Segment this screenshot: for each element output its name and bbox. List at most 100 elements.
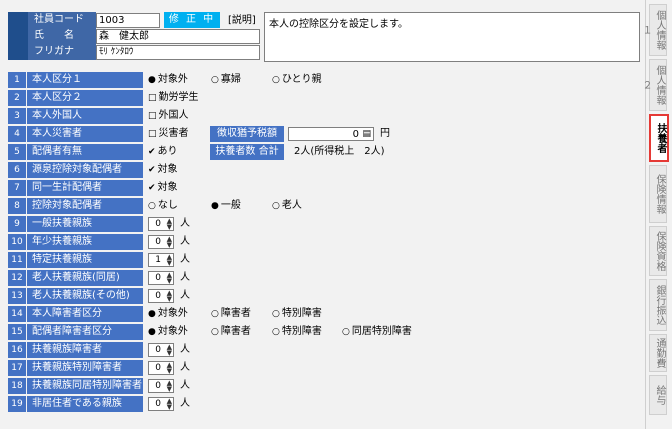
row15-opt-taishogai[interactable]: ● 対象外 — [148, 324, 188, 340]
row4-disaster-checkbox[interactable]: □ 災害者 — [148, 126, 189, 142]
spinner-arrows-icon[interactable]: ▲ ▼ — [167, 218, 172, 231]
side-tab-5[interactable]: 保険資格 — [649, 226, 667, 276]
radio-on-icon: ● — [211, 201, 219, 211]
spinner-arrows-icon[interactable]: ▲ ▼ — [167, 398, 172, 411]
row8-opt-ippan[interactable]: ● 一般 — [211, 198, 241, 214]
row3-foreigner-checkbox[interactable]: □ 外国人 — [148, 108, 189, 124]
employee-code-field[interactable]: 1003 — [96, 13, 160, 28]
row-number: 18 — [8, 378, 26, 394]
row19-count-spinner[interactable]: 0 ▲ ▼ — [148, 397, 174, 411]
side-tab-4[interactable]: 保険情報 — [649, 165, 667, 223]
row17-count-spinner[interactable]: 0 ▲ ▼ — [148, 361, 174, 375]
row12-count-spinner[interactable]: 0 ▲ ▼ — [148, 271, 174, 285]
row-label: 配偶者有無 — [27, 144, 143, 160]
row-number: 9 — [8, 216, 26, 232]
row10-unit: 人 — [180, 236, 190, 247]
name-field[interactable]: 森 健太郎 — [96, 29, 260, 44]
row-number: 4 — [8, 126, 26, 142]
row5-spouse-checkbox[interactable]: ✔ あり — [148, 144, 178, 160]
row9-unit: 人 — [180, 218, 190, 229]
checkbox-on-icon: ✔ — [148, 165, 156, 175]
spinner-arrows-icon[interactable]: ▲ ▼ — [167, 290, 172, 303]
dependents-total-value: 2人(所得税上 2人) — [294, 146, 385, 157]
employee-code-label: 社員コード — [28, 12, 96, 28]
row15-opt-dokyo-tokubetsu[interactable]: ○ 同居特別障害 — [342, 324, 412, 340]
row-number: 1 — [8, 72, 26, 88]
row16-unit: 人 — [180, 344, 190, 355]
spinner-arrows-icon[interactable]: ▲ ▼ — [167, 362, 172, 375]
side-tab-1[interactable]: 個人情報１ — [640, 4, 667, 56]
row17-unit: 人 — [180, 362, 190, 373]
spinner-arrows-icon[interactable]: ▲ ▼ — [167, 254, 172, 267]
row-label: 扶養親族同居特別障害者 — [27, 378, 143, 394]
row-label: 特定扶養親族 — [27, 252, 143, 268]
row-number: 5 — [8, 144, 26, 160]
radio-off-icon: ○ — [211, 75, 219, 85]
row15-opt-shogaisha[interactable]: ○ 障害者 — [211, 324, 251, 340]
row14-opt-taishogai[interactable]: ● 対象外 — [148, 306, 188, 322]
row1-opt-taishogai[interactable]: ● 対象外 — [148, 72, 188, 88]
row-label: 本人外国人 — [27, 108, 143, 124]
checkbox-off-icon: □ — [148, 111, 157, 121]
spinner-arrows-icon[interactable]: ▲ ▼ — [167, 272, 172, 285]
row-number: 13 — [8, 288, 26, 304]
row6-withholding-spouse-checkbox[interactable]: ✔ 対象 — [148, 162, 178, 178]
status-badge: 修 正 中 — [164, 12, 220, 28]
kana-field[interactable]: ﾓﾘ ｹﾝﾀﾛｳ — [96, 45, 260, 60]
row-label: 控除対象配偶者 — [27, 198, 143, 214]
row-label: 非居住者である親族 — [27, 396, 143, 412]
radio-off-icon: ○ — [272, 309, 280, 319]
row11-count-spinner[interactable]: 1 ▲ ▼ — [148, 253, 174, 267]
row1-opt-kafu[interactable]: ○ 寡婦 — [211, 72, 241, 88]
kana-label: フリガナ — [28, 44, 96, 60]
row-label: 年少扶養親族 — [27, 234, 143, 250]
row11-unit: 人 — [180, 254, 190, 265]
row2-kinro-checkbox[interactable]: □ 勤労学生 — [148, 90, 199, 106]
row-label: 本人障害者区分 — [27, 306, 143, 322]
spinner-arrows-icon[interactable]: ▲ ▼ — [167, 236, 172, 249]
row10-count-spinner[interactable]: 0 ▲ ▼ — [148, 235, 174, 249]
row15-opt-tokubetsu[interactable]: ○ 特別障害 — [272, 324, 322, 340]
row16-count-spinner[interactable]: 0 ▲ ▼ — [148, 343, 174, 357]
row8-opt-nashi[interactable]: ○ なし — [148, 198, 178, 214]
row7-same-household-checkbox[interactable]: ✔ 対象 — [148, 180, 178, 196]
row1-opt-hitorioya[interactable]: ○ ひとり親 — [272, 72, 322, 88]
radio-on-icon: ● — [148, 327, 156, 337]
row-label: 源泉控除対象配偶者 — [27, 162, 143, 178]
radio-off-icon: ○ — [342, 327, 350, 337]
row12-unit: 人 — [180, 272, 190, 283]
row14-opt-shogaisha[interactable]: ○ 障害者 — [211, 306, 251, 322]
row14-opt-tokubetsu[interactable]: ○ 特別障害 — [272, 306, 322, 322]
checkbox-on-icon: ✔ — [148, 147, 156, 157]
row-number: 11 — [8, 252, 26, 268]
radio-on-icon: ● — [148, 75, 156, 85]
row8-opt-rojin[interactable]: ○ 老人 — [272, 198, 302, 214]
description-box: 本人の控除区分を設定します。 — [264, 12, 640, 62]
row-number: 8 — [8, 198, 26, 214]
name-label: 氏 名 — [28, 28, 96, 44]
row-label: 老人扶養親族(その他) — [27, 288, 143, 304]
side-tab-6[interactable]: 銀行振込 — [649, 279, 667, 331]
side-tab-8[interactable]: 給与 — [649, 375, 667, 415]
spinner-arrows-icon[interactable]: ▲ ▼ — [167, 380, 172, 393]
row-label: 本人区分２ — [27, 90, 143, 106]
sidebar-divider — [645, 0, 646, 429]
row18-count-spinner[interactable]: 0 ▲ ▼ — [148, 379, 174, 393]
row9-count-spinner[interactable]: 0 ▲ ▼ — [148, 217, 174, 231]
description-label: [説明] — [228, 15, 256, 26]
row18-unit: 人 — [180, 380, 190, 391]
side-tab-3[interactable]: 扶養者 — [649, 114, 669, 162]
row-number: 14 — [8, 306, 26, 322]
row-number: 7 — [8, 180, 26, 196]
side-tab-2[interactable]: 個人情報２ — [640, 59, 667, 111]
radio-off-icon: ○ — [211, 327, 219, 337]
checkbox-on-icon: ✔ — [148, 183, 156, 193]
tax-deferral-field[interactable]: 0 ▤ — [288, 127, 374, 141]
row-number: 17 — [8, 360, 26, 376]
row-number: 15 — [8, 324, 26, 340]
spinner-arrows-icon[interactable]: ▲ ▼ — [167, 344, 172, 357]
calculator-icon[interactable]: ▤ — [362, 128, 371, 141]
side-tab-7[interactable]: 通勤費 — [649, 334, 667, 372]
row13-count-spinner[interactable]: 0 ▲ ▼ — [148, 289, 174, 303]
checkbox-off-icon: □ — [148, 93, 157, 103]
